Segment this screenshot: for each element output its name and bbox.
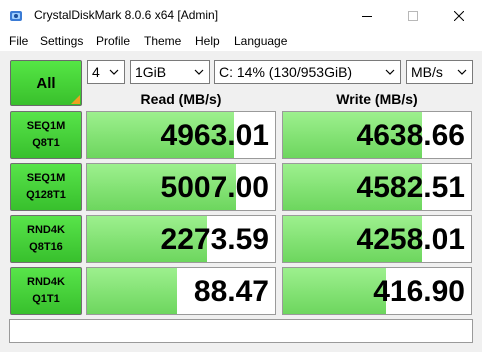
close-button[interactable] <box>436 0 482 31</box>
maximize-button[interactable] <box>390 0 436 31</box>
minimize-icon <box>362 15 372 17</box>
result-value: 88.47 <box>193 275 269 308</box>
row-label-line2: Q8T16 <box>29 241 63 253</box>
row-label-line2: Q128T1 <box>26 189 66 201</box>
row-label-line1: RND4K <box>27 276 65 288</box>
menu-file[interactable]: File <box>9 34 28 48</box>
unit-select[interactable]: MB/s <box>406 60 473 84</box>
row-label-line1: RND4K <box>27 224 65 236</box>
rnd4k-q1t1-button[interactable]: RND4K Q1T1 <box>10 267 82 315</box>
write-header: Write (MB/s) <box>336 91 418 107</box>
menu-bar: File Settings Profile Theme Help Languag… <box>0 31 482 51</box>
result-value: 4258.01 <box>356 223 465 256</box>
minimize-button[interactable] <box>344 0 390 31</box>
result-bar <box>87 268 178 314</box>
read-result-seq1m-q8t1: 4963.01 <box>86 111 276 159</box>
unit-value: MB/s <box>411 64 443 80</box>
result-value: 5007.00 <box>160 171 269 204</box>
row-label-line2: Q8T1 <box>32 137 60 149</box>
write-result-rnd4k-q1t1: 416.90 <box>282 267 472 315</box>
test-size-select[interactable]: 1GiB <box>130 60 210 84</box>
read-header: Read (MB/s) <box>140 91 222 107</box>
title-bar: CrystalDiskMark 8.0.6 x64 [Admin] <box>0 0 482 31</box>
read-result-rnd4k-q8t16: 2273.59 <box>86 215 276 263</box>
run-all-button[interactable]: All <box>10 60 82 106</box>
row-label-line1: SEQ1M <box>26 120 66 132</box>
crystaldiskmark-app-icon <box>10 11 22 21</box>
menu-language[interactable]: Language <box>234 34 287 48</box>
chevron-down-icon <box>385 69 395 75</box>
result-value: 4582.51 <box>356 171 465 204</box>
window-title: CrystalDiskMark 8.0.6 x64 [Admin] <box>34 8 219 22</box>
read-result-seq1m-q128t1: 5007.00 <box>86 163 276 211</box>
chevron-down-icon <box>109 69 119 75</box>
result-value: 4638.66 <box>356 119 465 152</box>
menu-theme[interactable]: Theme <box>144 34 181 48</box>
row-label-line1: SEQ1M <box>26 172 66 184</box>
close-icon <box>454 10 464 21</box>
result-value: 2273.59 <box>160 223 269 256</box>
write-result-seq1m-q8t1: 4638.66 <box>282 111 472 159</box>
test-size-value: 1GiB <box>135 64 167 80</box>
test-count-value: 4 <box>92 64 100 80</box>
menu-help[interactable]: Help <box>195 34 220 48</box>
corner-marker <box>71 95 80 104</box>
write-result-seq1m-q128t1: 4582.51 <box>282 163 472 211</box>
drive-select[interactable]: C: 14% (130/953GiB) <box>214 60 401 84</box>
result-value: 4963.01 <box>160 119 269 152</box>
seq1m-q8t1-button[interactable]: SEQ1M Q8T1 <box>10 111 82 159</box>
write-result-rnd4k-q8t16: 4258.01 <box>282 215 472 263</box>
result-value: 416.90 <box>373 275 465 308</box>
menu-settings[interactable]: Settings <box>40 34 83 48</box>
test-count-select[interactable]: 4 <box>87 60 125 84</box>
read-result-rnd4k-q1t1: 88.47 <box>86 267 276 315</box>
drive-value: C: 14% (130/953GiB) <box>219 64 353 80</box>
chevron-down-icon <box>194 69 204 75</box>
result-bar <box>283 268 387 314</box>
run-all-label: All <box>36 74 56 92</box>
menu-profile[interactable]: Profile <box>96 34 130 48</box>
comment-input[interactable] <box>9 319 473 343</box>
chevron-down-icon <box>457 69 467 75</box>
maximize-icon <box>408 10 418 21</box>
rnd4k-q8t16-button[interactable]: RND4K Q8T16 <box>10 215 82 263</box>
seq1m-q128t1-button[interactable]: SEQ1M Q128T1 <box>10 163 82 211</box>
row-label-line2: Q1T1 <box>32 293 60 305</box>
